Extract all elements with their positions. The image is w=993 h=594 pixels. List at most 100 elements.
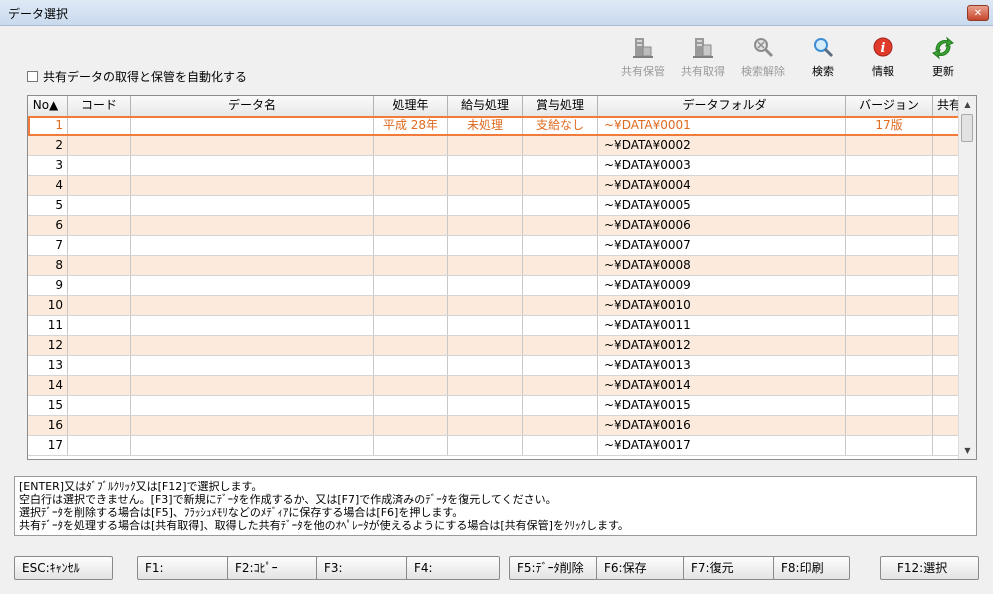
- table-row[interactable]: 7 ~¥DATA¥0007: [28, 236, 966, 256]
- row-code: [68, 116, 131, 135]
- scroll-down-arrow[interactable]: ▼: [959, 442, 976, 459]
- row-no: 4: [28, 176, 68, 195]
- table-row[interactable]: 16 ~¥DATA¥0016: [28, 416, 966, 436]
- col-header-pay[interactable]: 給与処理: [448, 96, 523, 116]
- info-button[interactable]: i 情報: [853, 36, 913, 79]
- title-bar: データ選択 ✕: [0, 0, 993, 26]
- auto-share-label: 共有データの取得と保管を自動化する: [43, 70, 248, 84]
- toolbar: 共有保管 共有取得 検索解除 検索 i 情報 更新: [613, 36, 973, 79]
- table-row[interactable]: 3 ~¥DATA¥0003: [28, 156, 966, 176]
- row-year: [374, 436, 448, 455]
- share-fetch-button[interactable]: 共有取得: [673, 36, 733, 79]
- f1-button[interactable]: F1:: [137, 556, 233, 580]
- table-row[interactable]: 4 ~¥DATA¥0004: [28, 176, 966, 196]
- row-no: 2: [28, 136, 68, 155]
- col-header-bonus[interactable]: 賞与処理: [523, 96, 598, 116]
- help-line: [ENTER]又はﾀﾞﾌﾞﾙｸﾘｯｸ又は[F12]で選択します。: [19, 480, 263, 493]
- share-store-button[interactable]: 共有保管: [613, 36, 673, 79]
- row-code: [68, 276, 131, 295]
- row-no: 14: [28, 376, 68, 395]
- function-key-bar: ESC:ｷｬﾝｾﾙ F1: F2:ｺﾋﾟｰ F3: F4: F5:ﾃﾞｰﾀ削除 …: [14, 556, 979, 580]
- row-bonus: [523, 136, 598, 155]
- scroll-thumb[interactable]: [961, 114, 973, 142]
- row-version: [846, 196, 933, 215]
- f7-restore-button[interactable]: F7:復元: [683, 556, 776, 580]
- row-version: 17版: [846, 116, 933, 135]
- table-row[interactable]: 6 ~¥DATA¥0006: [28, 216, 966, 236]
- row-name: [131, 356, 374, 375]
- col-header-name[interactable]: データ名: [131, 96, 374, 116]
- col-header-no[interactable]: No▲: [28, 96, 68, 116]
- row-code: [68, 236, 131, 255]
- row-pay: [448, 416, 523, 435]
- col-header-folder[interactable]: データフォルダ: [598, 96, 846, 116]
- row-bonus: [523, 316, 598, 335]
- row-name: [131, 256, 374, 275]
- row-bonus: [523, 216, 598, 235]
- table-row[interactable]: 17 ~¥DATA¥0017: [28, 436, 966, 456]
- row-version: [846, 176, 933, 195]
- row-name: [131, 316, 374, 335]
- vertical-scrollbar[interactable]: ▲ ▼: [958, 96, 976, 459]
- table-row[interactable]: 11 ~¥DATA¥0011: [28, 316, 966, 336]
- auto-share-checkbox[interactable]: [27, 71, 38, 82]
- data-table[interactable]: No▲ コード データ名 処理年 給与処理 賞与処理 データフォルダ バージョン…: [27, 95, 977, 460]
- row-name: [131, 436, 374, 455]
- f12-select-button[interactable]: F12:選択: [880, 556, 979, 580]
- row-name: [131, 196, 374, 215]
- f3-button[interactable]: F3:: [316, 556, 410, 580]
- table-body: 1 平成 28年 未処理 支給なし ~¥DATA¥0001 17版 2 ~¥DATA¥0002…: [28, 116, 966, 456]
- search-button[interactable]: 検索: [793, 36, 853, 79]
- col-header-code[interactable]: コード: [68, 96, 131, 116]
- row-pay: [448, 216, 523, 235]
- table-row[interactable]: 1 平成 28年 未処理 支給なし ~¥DATA¥0001 17版: [28, 116, 966, 136]
- table-row[interactable]: 12 ~¥DATA¥0012: [28, 336, 966, 356]
- help-line: 共有ﾃﾞｰﾀを処理する場合は[共有取得]、取得した共有ﾃﾞｰﾀを他のｵﾍﾟﾚｰﾀ…: [19, 519, 629, 532]
- table-row[interactable]: 5 ~¥DATA¥0005: [28, 196, 966, 216]
- svg-text:i: i: [881, 41, 886, 56]
- refresh-button[interactable]: 更新: [913, 36, 973, 79]
- row-pay: [448, 256, 523, 275]
- close-button[interactable]: ✕: [967, 5, 989, 21]
- row-pay: [448, 356, 523, 375]
- search-label: 検索: [812, 65, 834, 78]
- search-clear-icon: [752, 36, 774, 60]
- scroll-up-arrow[interactable]: ▲: [959, 96, 976, 113]
- col-header-year[interactable]: 処理年: [374, 96, 448, 116]
- table-row[interactable]: 8 ~¥DATA¥0008: [28, 256, 966, 276]
- row-name: [131, 416, 374, 435]
- row-year: [374, 196, 448, 215]
- f2-copy-button[interactable]: F2:ｺﾋﾟｰ: [227, 556, 320, 580]
- auto-share-option[interactable]: 共有データの取得と保管を自動化する: [27, 68, 247, 85]
- row-year: [374, 416, 448, 435]
- row-name: [131, 136, 374, 155]
- window-title: データ選択: [8, 7, 69, 21]
- row-code: [68, 376, 131, 395]
- f5-delete-button[interactable]: F5:ﾃﾞｰﾀ削除: [509, 556, 598, 580]
- row-year: [374, 396, 448, 415]
- table-row[interactable]: 9 ~¥DATA¥0009: [28, 276, 966, 296]
- f8-print-button[interactable]: F8:印刷: [773, 556, 850, 580]
- row-code: [68, 256, 131, 275]
- search-clear-button[interactable]: 検索解除: [733, 36, 793, 79]
- search-clear-label: 検索解除: [741, 65, 785, 78]
- row-folder: ~¥DATA¥0017: [598, 436, 846, 455]
- table-row[interactable]: 15 ~¥DATA¥0015: [28, 396, 966, 416]
- row-version: [846, 236, 933, 255]
- share-fetch-label: 共有取得: [681, 65, 725, 78]
- row-folder: ~¥DATA¥0010: [598, 296, 846, 315]
- table-row[interactable]: 2 ~¥DATA¥0002: [28, 136, 966, 156]
- row-no: 6: [28, 216, 68, 235]
- table-row[interactable]: 10 ~¥DATA¥0010: [28, 296, 966, 316]
- row-year: [374, 156, 448, 175]
- f4-button[interactable]: F4:: [406, 556, 500, 580]
- col-header-version[interactable]: バージョン: [846, 96, 933, 116]
- table-row[interactable]: 14 ~¥DATA¥0014: [28, 376, 966, 396]
- f6-save-button[interactable]: F6:保存: [596, 556, 687, 580]
- row-no: 5: [28, 196, 68, 215]
- esc-cancel-button[interactable]: ESC:ｷｬﾝｾﾙ: [14, 556, 113, 580]
- row-code: [68, 396, 131, 415]
- row-version: [846, 336, 933, 355]
- row-year: [374, 136, 448, 155]
- table-row[interactable]: 13 ~¥DATA¥0013: [28, 356, 966, 376]
